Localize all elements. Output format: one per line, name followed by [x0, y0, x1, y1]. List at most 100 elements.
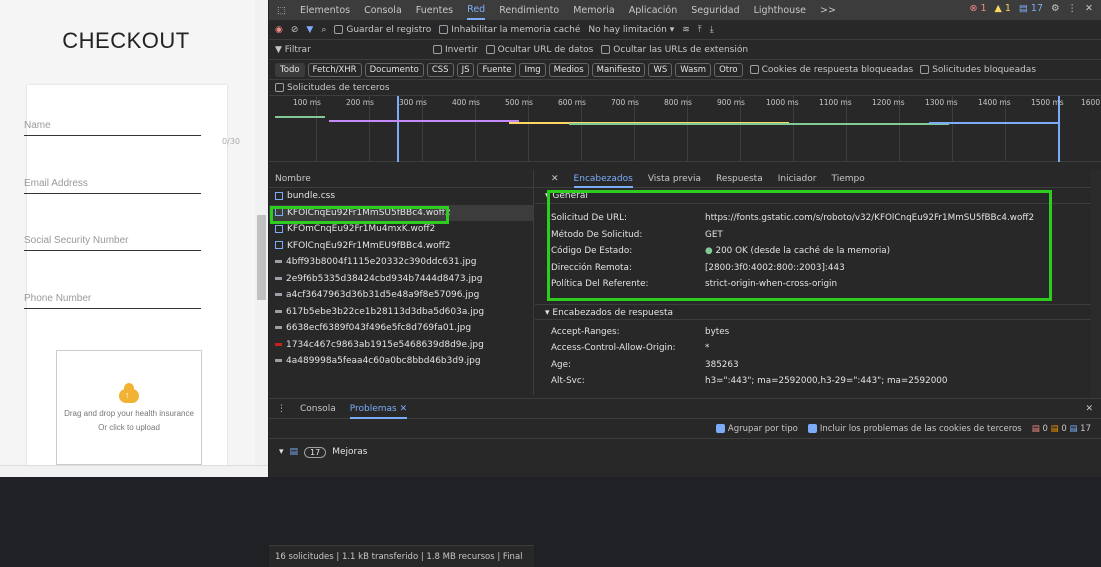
- request-row[interactable]: KFOlCnqEu92Fr1MmEU9fBBc4.woff2: [269, 238, 533, 255]
- request-row[interactable]: 6638ecf6389f043f496e5fc8d769fa01.jpg: [269, 320, 533, 337]
- upload-text: Drag and drop your health insurance: [64, 409, 194, 418]
- ssn-field[interactable]: Social Security Number: [24, 235, 201, 251]
- tab-respuesta[interactable]: Respuesta: [716, 174, 763, 184]
- gear-icon[interactable]: ⚙: [1051, 3, 1060, 14]
- detail-scrollbar[interactable]: [1091, 170, 1101, 398]
- tab-lighthouse[interactable]: Lighthouse: [754, 5, 806, 16]
- record-icon[interactable]: ◉: [275, 25, 283, 35]
- type-filter-font[interactable]: Fuente: [477, 62, 517, 77]
- inspect-icon[interactable]: ⬚: [277, 5, 286, 16]
- tab-fuentes[interactable]: Fuentes: [416, 5, 453, 16]
- request-row[interactable]: 1734c467c9863ab1915e5468639d8d9e.jpg: [269, 337, 533, 354]
- type-filter-wasm[interactable]: Wasm: [675, 62, 712, 77]
- cloud-upload-icon: [119, 383, 139, 403]
- tab-elementos[interactable]: Elementos: [300, 5, 350, 16]
- tick-label: 500 ms: [505, 98, 533, 107]
- request-list: Nombre bundle.css KFOlCnqEu92Fr1MmSU5fBB…: [269, 170, 534, 567]
- tab-tiempo[interactable]: Tiempo: [831, 174, 864, 184]
- kv-row: Accept-Ranges: bytes: [551, 326, 730, 337]
- include-third-party-checkbox[interactable]: Incluir los problemas de las cookies de …: [807, 423, 1022, 434]
- request-row[interactable]: 4a489998a5feaa4c60a0bc8bbd46b3d9.jpg: [269, 353, 533, 370]
- filter-icon[interactable]: ▼: [306, 25, 313, 35]
- highlight-box: [270, 206, 449, 224]
- blocked-requests-checkbox[interactable]: Solicitudes bloqueadas: [920, 64, 1036, 75]
- tab-rendimiento[interactable]: Rendimiento: [499, 5, 559, 16]
- download-icon[interactable]: ⤓: [710, 25, 714, 35]
- drawer-menu-icon[interactable]: ⋮: [277, 404, 286, 414]
- kv-row: Age: 385263: [551, 359, 739, 370]
- name-column-header[interactable]: Nombre: [269, 170, 533, 188]
- tick-label: 200 ms: [346, 98, 374, 107]
- filter-input[interactable]: ▼ Filtrar: [275, 45, 425, 55]
- response-headers-section-header[interactable]: ▾ Encabezados de respuesta: [535, 303, 1101, 320]
- type-filter-js[interactable]: JS: [456, 62, 475, 77]
- improvements-group[interactable]: ▾ ▤ 17 Mejoras: [269, 439, 1101, 465]
- devtools-panel: ⬚ Elementos Consola Fuentes Red Rendimie…: [269, 0, 1101, 567]
- close-icon[interactable]: ✕: [1085, 404, 1093, 414]
- hide-extension-urls-checkbox[interactable]: Ocultar las URLs de extensión: [601, 44, 748, 55]
- email-field[interactable]: Email Address: [24, 178, 201, 194]
- phone-field[interactable]: Phone Number: [24, 293, 201, 309]
- tab-consola[interactable]: Consola: [364, 5, 402, 16]
- throttling-select[interactable]: No hay limitación ▾: [588, 25, 674, 35]
- type-filter-fetch[interactable]: Fetch/XHR: [307, 62, 362, 77]
- tab-seguridad[interactable]: Seguridad: [691, 5, 739, 16]
- type-filter-todo[interactable]: Todo: [275, 62, 305, 77]
- close-icon[interactable]: ✕: [1085, 3, 1093, 14]
- type-filter-ws[interactable]: WS: [648, 62, 673, 77]
- clear-icon[interactable]: ⊘: [291, 25, 299, 35]
- issues-icon: ▤: [289, 447, 299, 457]
- tick-label: 1600: [1081, 98, 1101, 107]
- warning-badge[interactable]: ▲ 1: [995, 3, 1011, 14]
- type-filter-manifest[interactable]: Manifiesto: [591, 62, 646, 77]
- tick-label: 600 ms: [558, 98, 586, 107]
- type-filter-media[interactable]: Medios: [548, 62, 589, 77]
- drawer-tab-consola[interactable]: Consola: [300, 404, 336, 414]
- issue-counts: ▤ 0 ▤ 0 ▤ 17: [1031, 423, 1091, 434]
- wifi-icon[interactable]: ≋: [682, 25, 690, 35]
- tick-label: 1300 ms: [925, 98, 958, 107]
- request-row[interactable]: a4cf3647963d36b31d5e48a9f8e57096.jpg: [269, 287, 533, 304]
- blocked-cookies-checkbox[interactable]: Cookies de respuesta bloqueadas: [749, 64, 913, 75]
- disable-cache-checkbox[interactable]: Inhabilitar la memoria caché: [439, 24, 580, 35]
- upload-dropzone[interactable]: Drag and drop your health insurance Or c…: [56, 350, 202, 465]
- third-party-checkbox[interactable]: Solicitudes de terceros: [275, 82, 390, 93]
- page-scrollbar-thumb[interactable]: [257, 215, 266, 300]
- request-row[interactable]: 617b5ebe3b22ce1b28113d3dba5d603a.jpg: [269, 304, 533, 321]
- name-field[interactable]: Name: [24, 120, 201, 136]
- devtools-tabbar: ⬚ Elementos Consola Fuentes Red Rendimie…: [269, 0, 1101, 20]
- upload-subtext: Or click to upload: [98, 423, 160, 432]
- invert-checkbox[interactable]: Invertir: [433, 44, 478, 55]
- more-tabs-icon[interactable]: >>: [820, 5, 836, 16]
- tab-aplicacion[interactable]: Aplicación: [629, 5, 678, 16]
- request-row[interactable]: 4bff93b8004f1115e20332c390ddc631.jpg: [269, 254, 533, 271]
- hide-data-urls-checkbox[interactable]: Ocultar URL de datos: [485, 44, 593, 55]
- type-filter-doc[interactable]: Documento: [364, 62, 424, 77]
- request-row[interactable]: bundle.css: [269, 188, 533, 205]
- request-row[interactable]: 2e9f6b5335d38424cbd934b7444d8473.jpg: [269, 271, 533, 288]
- kebab-menu-icon[interactable]: ⋮: [1068, 3, 1078, 14]
- type-filter-css[interactable]: CSS: [426, 62, 454, 77]
- error-badge[interactable]: ⊗ 1: [970, 3, 987, 14]
- tab-encabezados[interactable]: Encabezados: [573, 170, 633, 188]
- improvements-count: 17: [304, 446, 327, 458]
- type-filter-other[interactable]: Otro: [714, 62, 743, 77]
- name-counter: 0/30: [222, 137, 240, 146]
- tab-vista-previa[interactable]: Vista previa: [648, 174, 701, 184]
- expand-icon[interactable]: ▾: [279, 447, 284, 457]
- info-badge[interactable]: ▤ 17: [1019, 3, 1043, 14]
- detail-tabbar: ✕ Encabezados Vista previa Respuesta Ini…: [535, 170, 1101, 188]
- search-icon[interactable]: ⌕: [321, 25, 326, 35]
- preserve-log-checkbox[interactable]: Guardar el registro: [334, 24, 431, 35]
- drawer-tab-problemas[interactable]: Problemas ✕: [349, 399, 408, 419]
- type-filter-img[interactable]: Img: [519, 62, 546, 77]
- tab-iniciador[interactable]: Iniciador: [778, 174, 817, 184]
- close-icon[interactable]: ✕: [551, 174, 559, 184]
- network-timeline[interactable]: 100 ms 200 ms 300 ms 400 ms 500 ms 600 m…: [269, 96, 1101, 162]
- tab-red[interactable]: Red: [467, 0, 486, 20]
- tab-memoria[interactable]: Memoria: [573, 5, 614, 16]
- group-by-type-checkbox[interactable]: Agrupar por tipo: [715, 423, 798, 434]
- upload-icon[interactable]: ⤒: [698, 25, 702, 35]
- tick-label: 300 ms: [399, 98, 427, 107]
- horizontal-scrollbar[interactable]: [0, 465, 268, 477]
